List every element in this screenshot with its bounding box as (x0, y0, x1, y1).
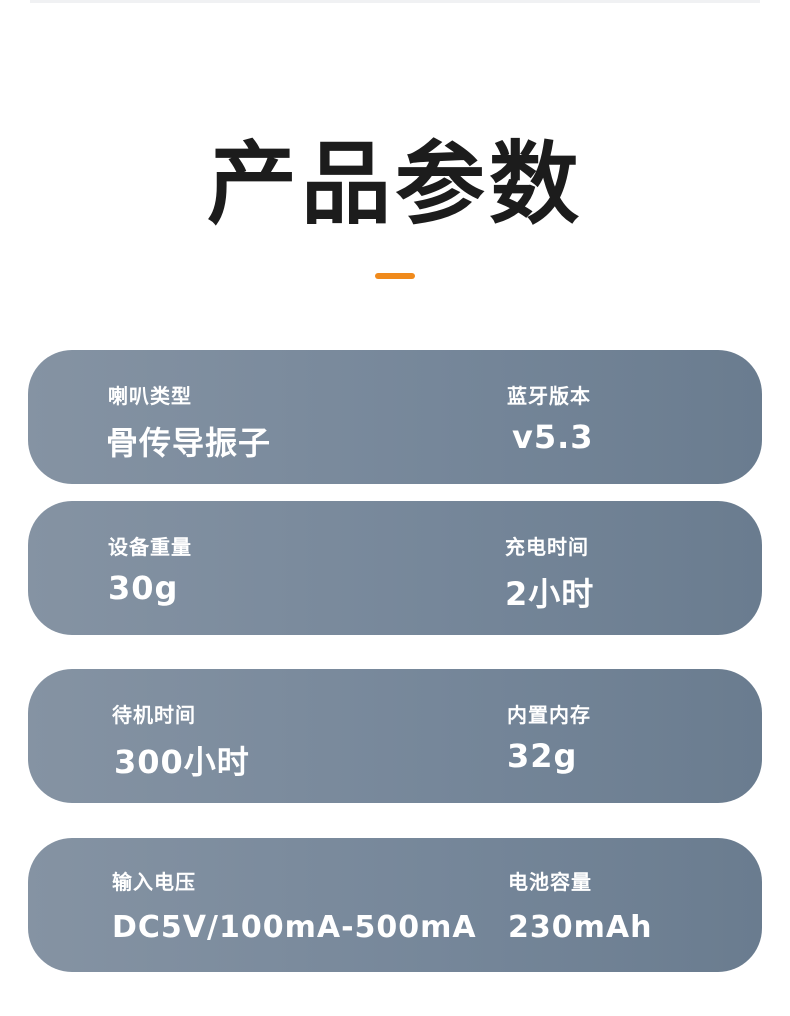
spec-label-bluetooth-version: 蓝牙版本 (507, 384, 591, 408)
spec-label-built-in-memory: 内置内存 (507, 703, 591, 727)
spec-label-device-weight: 设备重量 (108, 535, 192, 559)
spec-value-device-weight: 30g (108, 569, 179, 607)
spec-card-2: 设备重量 30g 充电时间 2小时 (28, 501, 762, 635)
spec-card-3: 待机时间 300小时 内置内存 32g (28, 669, 762, 803)
spec-value-bluetooth-version: v5.3 (512, 418, 594, 456)
spec-value-standby-time: 300小时 (114, 743, 250, 781)
spec-label-charging-time: 充电时间 (505, 535, 589, 559)
spec-label-standby-time: 待机时间 (112, 703, 196, 727)
spec-label-speaker-type: 喇叭类型 (108, 384, 192, 408)
title-accent-bar (375, 273, 415, 279)
spec-card-1: 喇叭类型 骨传导振子 蓝牙版本 v5.3 (28, 350, 762, 484)
spec-value-input-voltage: DC5V/100mA-500mA (112, 910, 477, 945)
page-title: 产品参数 (207, 132, 583, 237)
spec-card-4: 输入电压 DC5V/100mA-500mA 电池容量 230mAh (28, 838, 762, 972)
top-divider (30, 0, 760, 3)
spec-value-charging-time: 2小时 (505, 575, 595, 613)
spec-value-battery-capacity: 230mAh (508, 910, 653, 945)
spec-value-built-in-memory: 32g (507, 737, 578, 775)
spec-value-speaker-type: 骨传导振子 (106, 424, 272, 462)
spec-label-battery-capacity: 电池容量 (508, 870, 592, 894)
spec-label-input-voltage: 输入电压 (112, 870, 196, 894)
